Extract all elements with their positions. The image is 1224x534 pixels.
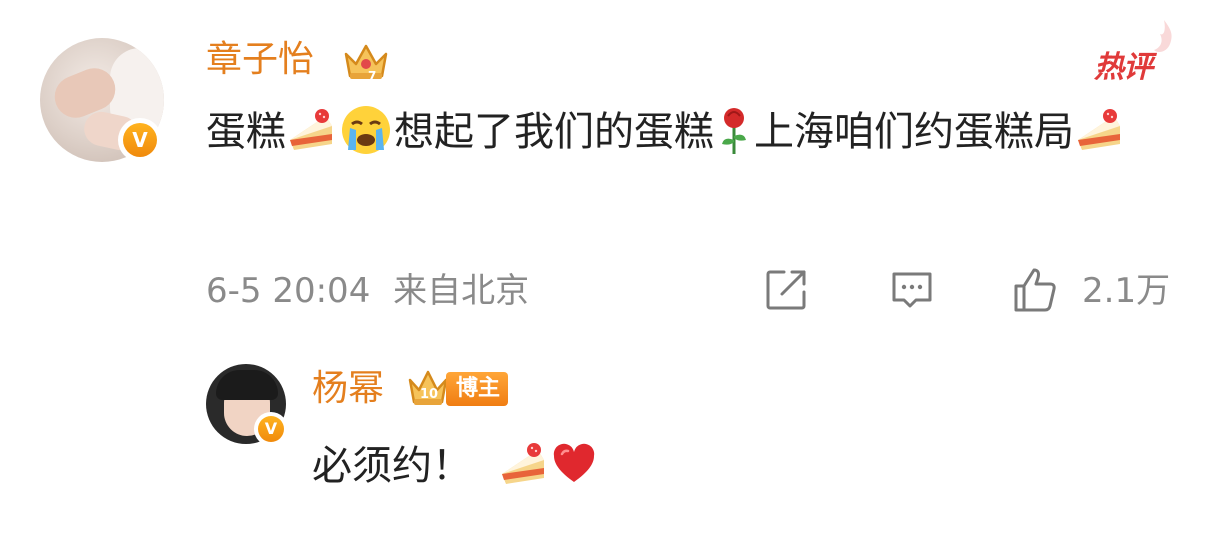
- comment-author-name[interactable]: 章子怡: [206, 35, 314, 85]
- reply-author-name[interactable]: 杨幂: [312, 364, 384, 414]
- verified-badge-icon: V: [254, 412, 288, 446]
- cake-emoji-icon: [502, 443, 544, 484]
- comment-text-part: 蛋糕: [206, 109, 286, 155]
- crying-face-icon: [342, 106, 390, 154]
- rose-icon: [722, 108, 746, 154]
- comment-icon[interactable]: [888, 266, 936, 314]
- cake-emoji-icon: [1078, 109, 1120, 150]
- comment-meta: 6-5 20:04 来自北京: [206, 266, 529, 316]
- share-icon[interactable]: [762, 266, 810, 314]
- author-badge: 博主: [446, 372, 509, 406]
- comment-text-part: 上海咱们约蛋糕局: [754, 109, 1074, 155]
- comment-location: 来自北京: [393, 271, 530, 311]
- crown-icon: 7: [344, 44, 388, 82]
- comment-text: 蛋糕 想起了我们的蛋糕 上海咱们约蛋糕局: [206, 96, 1196, 168]
- cake-emoji-icon: [290, 109, 332, 150]
- hot-flame-icon: [1154, 20, 1172, 52]
- svg-text:10: 10: [420, 387, 438, 402]
- crown-icon: 10: [408, 370, 448, 405]
- reply-text-content: 必须约！: [312, 443, 472, 489]
- comment-text-part: 想起了我们的蛋糕: [394, 109, 714, 155]
- comment-time: 6-5 20:04: [206, 271, 371, 311]
- like-count: 2.1万: [1082, 271, 1171, 311]
- red-heart-icon: [553, 443, 595, 482]
- hot-comment-tag: 热评: [1094, 50, 1153, 85]
- reply-text: 必须约！: [312, 430, 598, 502]
- verified-badge-icon: V: [118, 118, 162, 162]
- svg-text:7: 7: [368, 69, 376, 82]
- like-icon[interactable]: [1010, 266, 1058, 314]
